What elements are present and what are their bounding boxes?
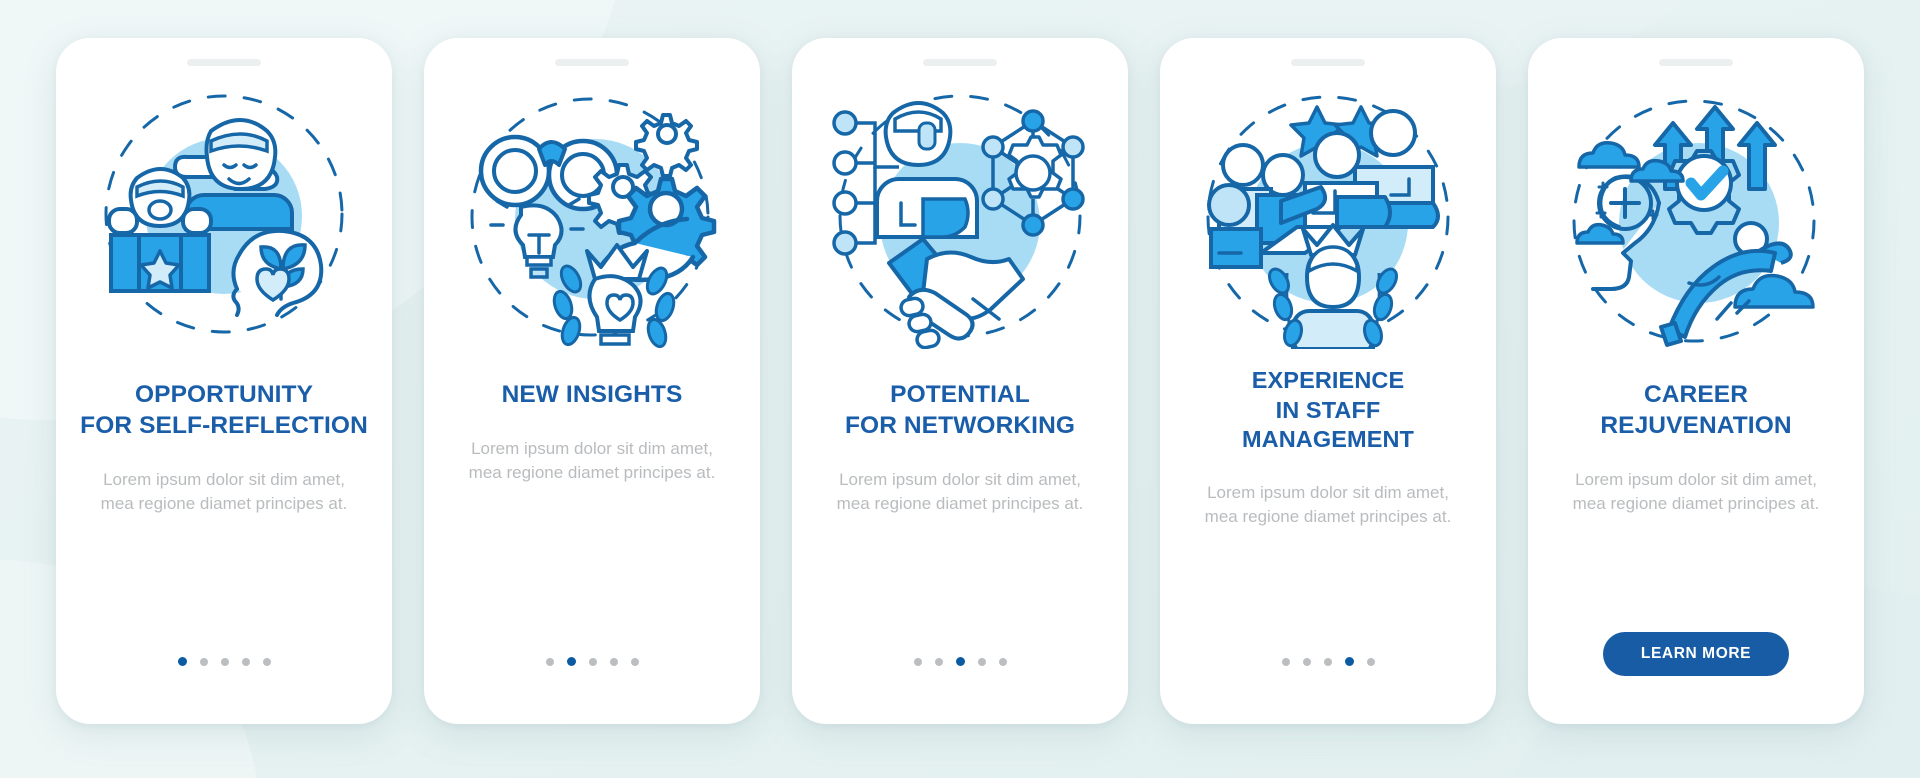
pagination-dot[interactable] xyxy=(545,657,554,666)
pagination-dot[interactable] xyxy=(262,657,271,666)
pagination-dot[interactable] xyxy=(1366,657,1375,666)
card-title-line: CAREER xyxy=(1643,381,1749,408)
card-title: OPPORTUNITY FOR SELF-REFLECTION xyxy=(74,380,374,442)
illustration-container xyxy=(1160,78,1496,354)
pagination-dot[interactable] xyxy=(241,657,250,666)
onboarding-card-experience-in-staff-management[interactable]: EXPERIENCE IN STAFF MANAGEMENT Lorem ipsum … xyxy=(1160,38,1496,724)
pagination-dot[interactable] xyxy=(977,657,986,666)
card-title: EXPERIENCE IN STAFF MANAGEMENT xyxy=(1178,366,1478,455)
pagination-dot[interactable] xyxy=(1323,657,1332,666)
onboarding-card-row: OPPORTUNITY FOR SELF-REFLECTION Lorem ipsu… xyxy=(0,0,1920,778)
onboarding-card-potential-for-networking[interactable]: POTENTIAL FOR NETWORKING Lorem ipsum dolor… xyxy=(792,38,1128,724)
phone-speaker-bar xyxy=(1291,59,1365,66)
phone-speaker-bar xyxy=(555,59,629,66)
pagination-dots[interactable] xyxy=(545,657,639,666)
card-title-line: REJUVENATION xyxy=(1600,411,1792,439)
phone-speaker-bar xyxy=(187,59,261,66)
card-title-line: NEW INSIGHTS xyxy=(501,381,683,408)
pagination-dot-active[interactable] xyxy=(566,657,576,666)
pagination-dot[interactable] xyxy=(913,657,922,666)
pagination-dot[interactable] xyxy=(588,657,597,666)
card-title-line: IN STAFF xyxy=(1275,396,1381,423)
pagination-dot-active[interactable] xyxy=(177,657,187,666)
card-title: CAREER REJUVENATION xyxy=(1546,380,1846,442)
pagination-dots[interactable] xyxy=(177,657,271,666)
card-title-line: EXPERIENCE xyxy=(1251,367,1405,393)
pagination-dot[interactable] xyxy=(630,657,639,666)
phone-speaker-bar xyxy=(923,59,997,66)
staff-management-illustration xyxy=(1206,95,1450,349)
card-description: Lorem ipsum dolor sit dim amet, mea regi… xyxy=(1204,482,1452,526)
pagination-dot-active[interactable] xyxy=(1344,657,1354,666)
card-title-line: MANAGEMENT xyxy=(1241,426,1415,453)
pagination-dot[interactable] xyxy=(998,657,1007,666)
pagination-dot[interactable] xyxy=(1302,657,1311,666)
pagination-dots[interactable] xyxy=(1281,657,1375,666)
card-title: NEW INSIGHTS xyxy=(442,380,742,411)
card-title-line: FOR SELF-REFLECTION xyxy=(80,411,368,439)
new-insights-illustration xyxy=(470,97,717,349)
onboarding-card-new-insights[interactable]: NEW INSIGHTS Lorem ipsum dolor sit dim am… xyxy=(424,38,760,724)
illustration-container xyxy=(56,78,392,354)
pagination-dot[interactable] xyxy=(1281,657,1290,666)
card-description: Lorem ipsum dolor sit dim amet, mea regi… xyxy=(836,469,1084,513)
card-title: POTENTIAL FOR NETWORKING xyxy=(810,380,1110,442)
card-description: Lorem ipsum dolor sit dim amet, mea regi… xyxy=(100,469,348,513)
pagination-dot[interactable] xyxy=(609,657,618,666)
pagination-dot[interactable] xyxy=(199,657,208,666)
pagination-dot[interactable] xyxy=(934,657,943,666)
card-description: Lorem ipsum dolor sit dim amet, mea regi… xyxy=(1572,469,1820,513)
networking-illustration xyxy=(832,94,1085,349)
onboarding-screens-stage: OPPORTUNITY FOR SELF-REFLECTION Lorem ipsu… xyxy=(0,0,1920,778)
card-title-line: OPPORTUNITY xyxy=(134,381,314,408)
card-title-line: FOR NETWORKING xyxy=(844,411,1076,439)
phone-speaker-bar xyxy=(1659,59,1733,66)
card-title-line: POTENTIAL xyxy=(890,381,1030,408)
self-reflection-illustration xyxy=(104,94,344,334)
pagination-dot-active[interactable] xyxy=(955,657,965,666)
illustration-container xyxy=(424,78,760,354)
illustration-container xyxy=(1528,78,1864,354)
pagination-dots[interactable] xyxy=(913,657,1007,666)
card-description: Lorem ipsum dolor sit dim amet, mea regi… xyxy=(468,438,716,482)
onboarding-card-career-rejuvenation[interactable]: CAREER REJUVENATION Lorem ipsum dolor sit … xyxy=(1528,38,1864,724)
onboarding-card-opportunity-for-self-reflection[interactable]: OPPORTUNITY FOR SELF-REFLECTION Lorem ipsu… xyxy=(56,38,392,724)
learn-more-button[interactable]: LEARN MORE xyxy=(1603,632,1789,676)
pagination-dot[interactable] xyxy=(220,657,229,666)
illustration-container xyxy=(792,78,1128,354)
career-rejuvenation-illustration xyxy=(1572,99,1816,347)
